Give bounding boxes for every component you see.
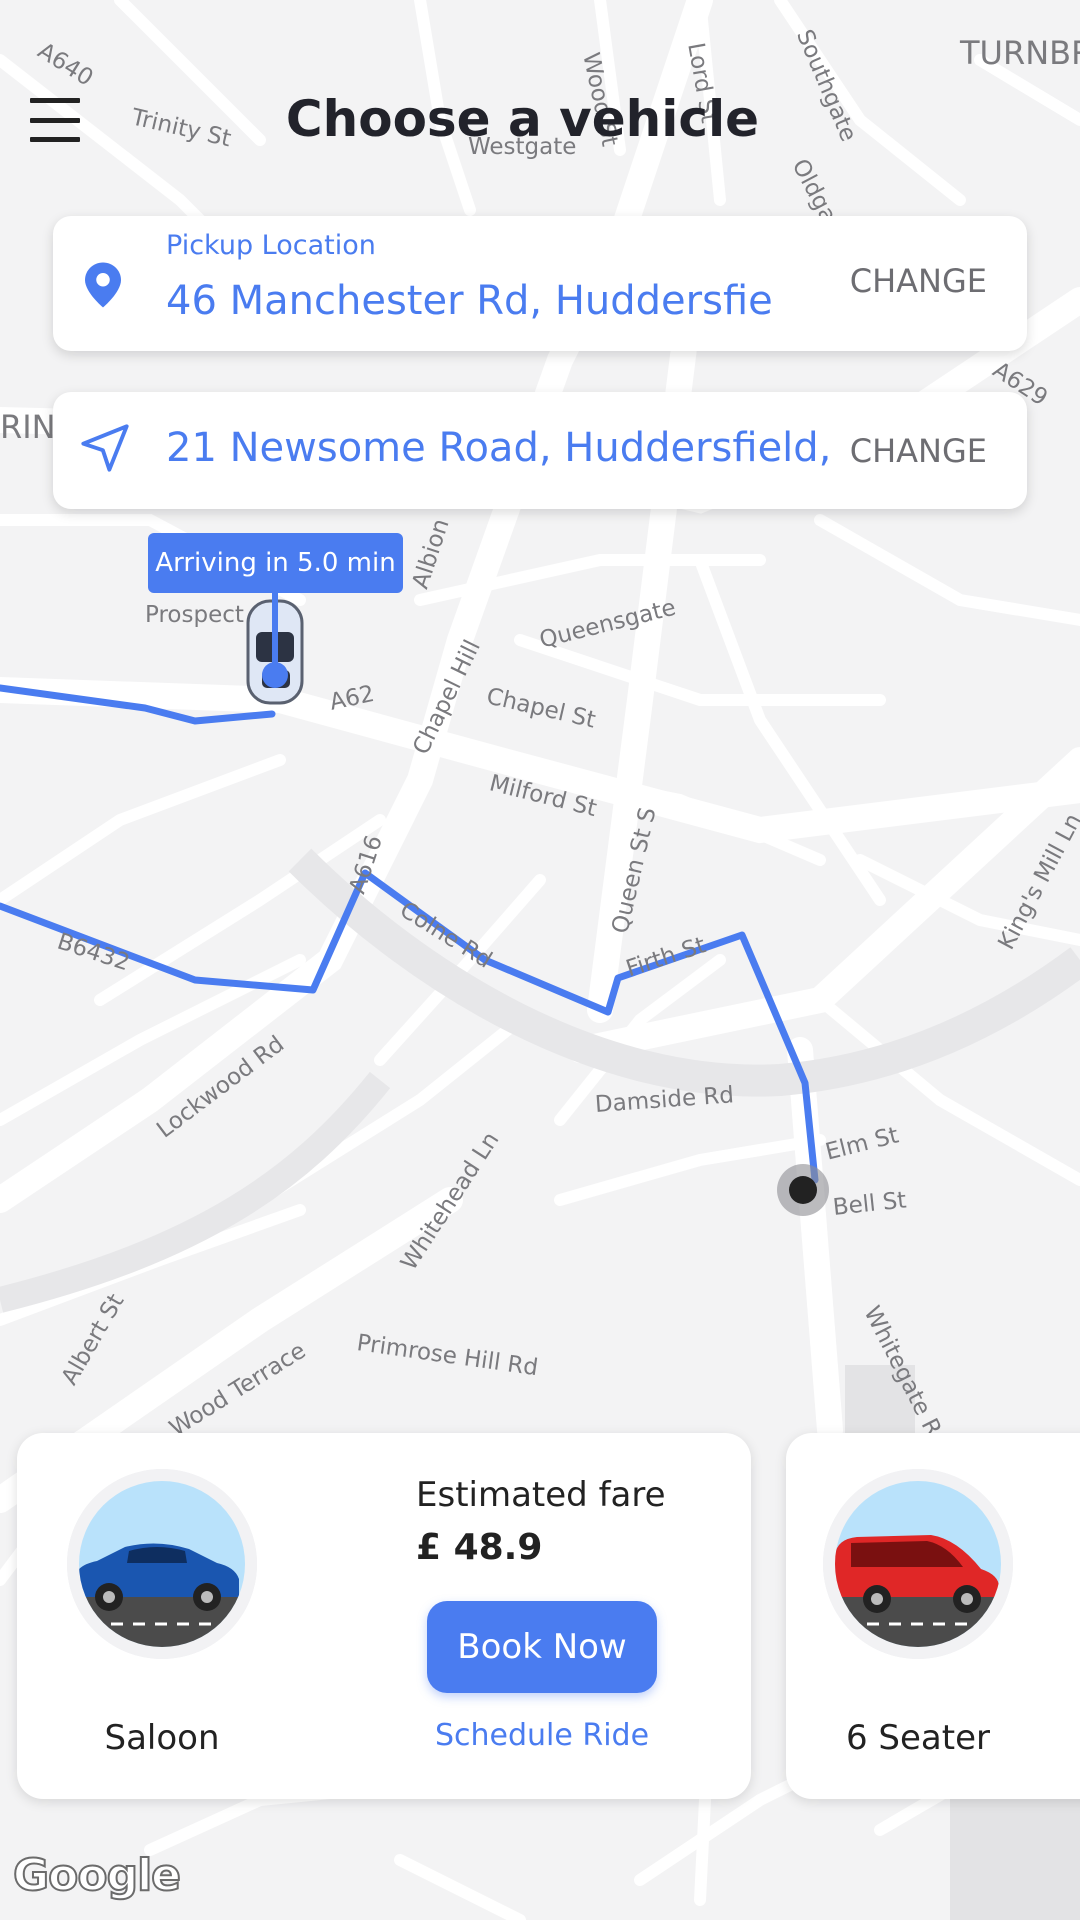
map-label: TURNBR <box>960 34 1080 72</box>
pickup-label: Pickup Location <box>166 230 376 261</box>
fare-label: Estimated fare <box>416 1475 666 1515</box>
schedule-ride-link[interactable]: Schedule Ride <box>417 1718 667 1753</box>
map-pin-icon <box>85 262 121 308</box>
eta-badge: Arriving in 5.0 min <box>148 533 403 593</box>
vehicle-name: Saloon <box>104 1718 220 1758</box>
vehicle-name: 6 Seater <box>845 1718 990 1758</box>
destination-card[interactable]: 21 Newsome Road, Huddersfield, CHANGE <box>53 392 1027 509</box>
navigation-arrow-icon <box>81 424 129 472</box>
fare-value: £ 48.9 <box>416 1527 543 1568</box>
screen: A640 Trinity St Westgate Wood St Lord St… <box>0 0 1080 1920</box>
map-label: RIN <box>0 408 56 446</box>
map-label: Prospect <box>145 602 244 628</box>
vehicle-card-6-seater[interactable]: 6 Seater <box>786 1433 1080 1799</box>
book-now-button[interactable]: Book Now <box>427 1601 657 1693</box>
destination-address: 21 Newsome Road, Huddersfield, <box>166 425 832 471</box>
minivan-icon <box>835 1481 1001 1647</box>
seater-avatar <box>823 1469 1013 1659</box>
change-pickup-button[interactable]: CHANGE <box>850 262 987 300</box>
page-title: Choose a vehicle <box>285 90 760 148</box>
pickup-address: 46 Manchester Rd, Huddersfie <box>166 278 773 324</box>
change-destination-button[interactable]: CHANGE <box>850 432 987 470</box>
saloon-avatar <box>67 1469 257 1659</box>
google-logo: Google <box>12 1849 182 1902</box>
saloon-car-icon <box>79 1481 245 1647</box>
pickup-location-card[interactable]: Pickup Location 46 Manchester Rd, Hudder… <box>53 216 1027 351</box>
vehicle-card-saloon[interactable]: Saloon Estimated fare £ 48.9 Book Now Sc… <box>17 1433 751 1799</box>
